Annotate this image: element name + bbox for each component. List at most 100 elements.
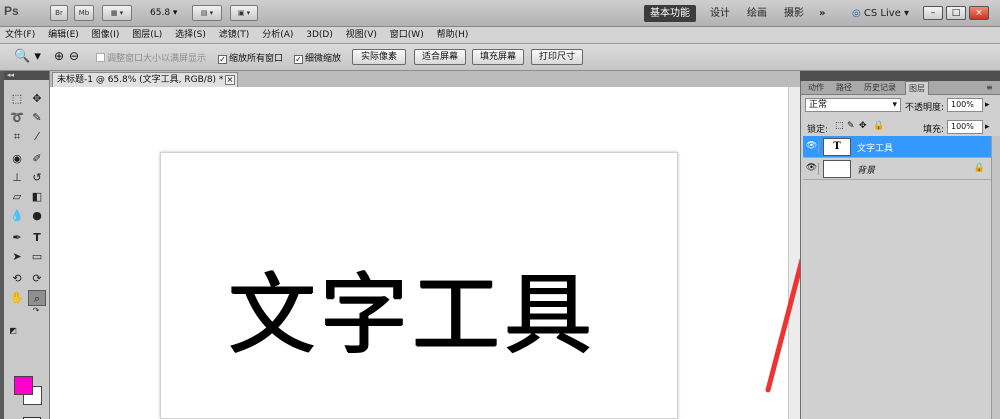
dodge-tool-icon[interactable]: ● [28, 208, 46, 224]
clone-stamp-tool-icon[interactable]: ⊥ [8, 170, 26, 186]
panel-menu-icon[interactable]: ≡ [983, 81, 996, 95]
3d-orbit-tool-icon[interactable]: ⟳ [28, 271, 46, 287]
menu-filter[interactable]: 滤镜(T) [214, 27, 255, 44]
layer-row-text[interactable]: 👁 T 文字工具 [803, 136, 991, 158]
zoom-tool-preset-icon[interactable]: 🔍 ▾ [14, 49, 41, 64]
opacity-slider-icon[interactable]: ▸ [985, 100, 990, 110]
toolbox-collapse-icon[interactable]: ◂◂ [4, 71, 49, 80]
actual-pixels-button[interactable]: 实际像素 [352, 49, 406, 65]
fill-slider-icon[interactable]: ▸ [985, 122, 990, 132]
menu-bar: 文件(F) 编辑(E) 图像(I) 图层(L) 选择(S) 滤镜(T) 分析(A… [0, 27, 1000, 44]
quick-selection-tool-icon[interactable]: ✎ [28, 110, 46, 126]
view-extras-button[interactable]: ▦ ▾ [102, 5, 132, 21]
menu-select[interactable]: 选择(S) [170, 27, 211, 44]
rectangle-tool-icon[interactable]: ▭ [28, 249, 46, 265]
resize-windows-option[interactable]: 调整窗口大小以满屏显示 [96, 51, 206, 64]
application-bar: Ps Br Mb ▦ ▾ 65.8 ▾ ▤ ▾ ▣ ▾ 基本功能 设计 绘画 摄… [0, 0, 1000, 27]
path-selection-tool-icon[interactable]: ➤ [8, 249, 26, 265]
tab-paths[interactable]: 路径 [833, 81, 855, 95]
background-layer-thumbnail [823, 160, 851, 178]
menu-edit[interactable]: 编辑(E) [43, 27, 84, 44]
crop-tool-icon[interactable]: ⌗ [8, 129, 26, 145]
brush-tool-icon[interactable]: ✐ [28, 151, 46, 167]
menu-3d[interactable]: 3D(D) [301, 27, 338, 44]
layer-name: 文字工具 [857, 144, 894, 154]
pen-tool-icon[interactable]: ✒ [8, 230, 26, 246]
fit-screen-button[interactable]: 适合屏幕 [414, 49, 466, 65]
document-tab[interactable]: 未标题-1 @ 65.8% (文字工具, RGB/8) * × [52, 72, 238, 87]
tab-layers[interactable]: 图层 [905, 81, 929, 95]
marquee-tool-icon[interactable]: ⬚ [8, 91, 26, 107]
menu-view[interactable]: 视图(V) [341, 27, 382, 44]
arrange-documents-button[interactable]: ▤ ▾ [192, 5, 222, 21]
foreground-color-swatch[interactable] [14, 376, 33, 395]
mini-bridge-button[interactable]: Mb [74, 5, 94, 21]
layers-panel: 动作 路径 历史记录 图层 ≡ 正常 ▾ 不透明度: 100% ▸ 锁定: ⬚ ✎… [800, 81, 1000, 419]
text-layer-thumbnail: T [823, 138, 851, 156]
scrubby-zoom-checkbox[interactable]: ✓ [294, 55, 303, 64]
history-brush-tool-icon[interactable]: ↺ [28, 170, 46, 186]
workspace-design[interactable]: 设计 [704, 5, 736, 22]
type-tool-icon[interactable]: T [28, 230, 46, 246]
resize-windows-checkbox[interactable] [96, 53, 105, 62]
zoom-level[interactable]: 65.8 ▾ [150, 8, 177, 18]
options-bar: 🔍 ▾ ⊕ ⊖ 调整窗口大小以满屏显示 ✓ 缩放所有窗口 ✓ 细微缩放 实际像素 适… [0, 44, 1000, 71]
panel-collapse-strip[interactable] [800, 71, 1000, 81]
bridge-button[interactable]: Br [50, 5, 68, 21]
workspace-essentials[interactable]: 基本功能 [644, 5, 696, 22]
lasso-tool-icon[interactable]: ➰ [8, 110, 26, 126]
eye-icon[interactable]: 👁 [805, 163, 819, 175]
menu-file[interactable]: 文件(F) [0, 27, 40, 44]
tab-actions[interactable]: 动作 [805, 81, 827, 95]
spot-healing-tool-icon[interactable]: ◉ [8, 151, 26, 167]
eraser-tool-icon[interactable]: ▱ [8, 189, 26, 205]
lock-all-icon[interactable]: 🔒 [873, 121, 884, 131]
fill-input[interactable]: 100% [947, 120, 983, 134]
layer-row-background[interactable]: 👁 背景 🔒 [803, 158, 991, 180]
more-workspaces-button[interactable]: » [813, 5, 831, 22]
screen-mode-button[interactable]: ▣ ▾ [230, 5, 258, 21]
lock-transparent-icon[interactable]: ⬚ [835, 121, 844, 131]
canvas-text-layer[interactable]: 文字工具 [228, 244, 596, 371]
lock-image-icon[interactable]: ✎ [847, 121, 855, 131]
panel-tabs: 动作 路径 历史记录 图层 ≡ [801, 81, 1000, 95]
blur-tool-icon[interactable]: 💧 [8, 208, 26, 224]
eye-icon[interactable]: 👁 [805, 141, 819, 153]
print-size-button[interactable]: 打印尺寸 [531, 49, 583, 65]
opacity-input[interactable]: 100% [947, 98, 983, 112]
workspace-painting[interactable]: 绘画 [741, 5, 773, 22]
toolbox: ◂◂ ⬚ ✥ ➰ ✎ ⌗ ⁄ ◉ ✐ ⊥ ↺ ▱ ◧ 💧 ● ✒ T ➤ ▭ ⟲… [4, 71, 50, 419]
hand-tool-icon[interactable]: ✋ [8, 290, 26, 306]
scrubby-zoom-option[interactable]: ✓ 细微缩放 [294, 51, 341, 64]
gradient-tool-icon[interactable]: ◧ [28, 189, 46, 205]
fill-screen-button[interactable]: 填充屏幕 [472, 49, 524, 65]
lock-position-icon[interactable]: ✥ [859, 121, 867, 131]
swap-colors-icon[interactable]: ↷ [30, 303, 42, 319]
3d-rotate-tool-icon[interactable]: ⟲ [8, 271, 26, 287]
maximize-button[interactable]: □ [946, 6, 966, 20]
fill-label: 填充: [923, 125, 945, 135]
photoshop-logo: Ps [4, 4, 19, 18]
workspace-photography[interactable]: 摄影 [778, 5, 810, 22]
zoom-all-checkbox[interactable]: ✓ [218, 55, 227, 64]
menu-window[interactable]: 窗口(W) [385, 27, 429, 44]
move-tool-icon[interactable]: ✥ [28, 91, 46, 107]
close-window-button[interactable]: × [969, 6, 989, 20]
close-document-icon[interactable]: × [225, 75, 235, 85]
zoom-all-option[interactable]: ✓ 缩放所有窗口 [218, 51, 283, 64]
cs-live-button[interactable]: ◎ CS Live ▾ [846, 5, 915, 22]
zoom-out-icon[interactable]: ⊖ [69, 49, 79, 63]
menu-help[interactable]: 帮助(H) [432, 27, 474, 44]
layer-name: 背景 [857, 166, 876, 176]
eyedropper-tool-icon[interactable]: ⁄ [28, 129, 46, 145]
tab-history[interactable]: 历史记录 [861, 81, 899, 95]
minimize-button[interactable]: – [923, 6, 943, 20]
menu-layer[interactable]: 图层(L) [127, 27, 167, 44]
opacity-label: 不透明度: [905, 103, 945, 113]
blend-mode-select[interactable]: 正常 ▾ [805, 98, 901, 112]
default-colors-icon[interactable]: ◩ [8, 323, 18, 339]
menu-analysis[interactable]: 分析(A) [257, 27, 298, 44]
zoom-in-icon[interactable]: ⊕ [54, 49, 64, 63]
menu-image[interactable]: 图像(I) [87, 27, 125, 44]
panel-scrollbar[interactable] [991, 136, 1000, 419]
